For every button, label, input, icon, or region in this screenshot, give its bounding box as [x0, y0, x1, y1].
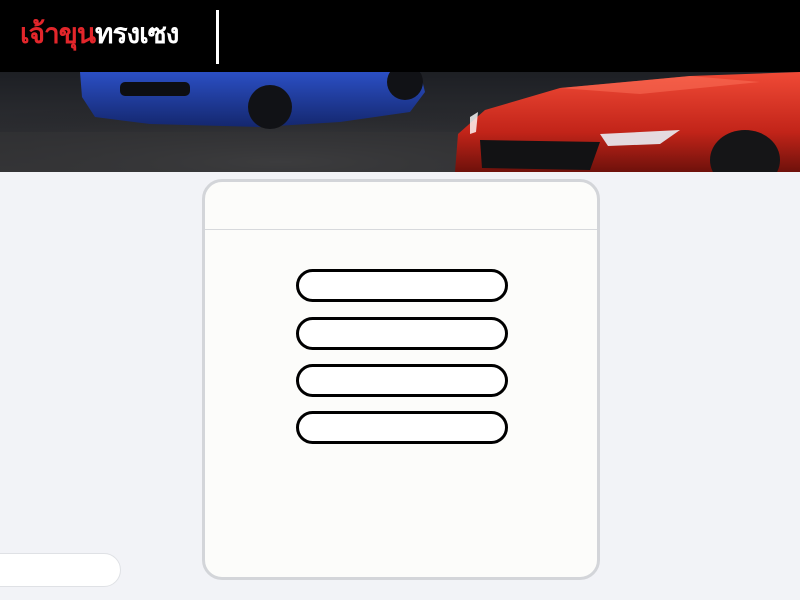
blue-car-grille — [120, 82, 190, 96]
hero-banner-image — [0, 72, 800, 172]
menu-button-1[interactable] — [296, 269, 508, 302]
top-bar: เจ้าขุน ทรงเซง — [0, 0, 800, 72]
menu-button-3[interactable] — [296, 364, 508, 397]
menu-dialog — [202, 179, 600, 580]
header-divider — [216, 10, 219, 64]
blue-car-wheel — [248, 85, 292, 129]
site-logo[interactable]: เจ้าขุน ทรงเซง — [20, 14, 179, 54]
menu-button-2[interactable] — [296, 317, 508, 350]
dialog-header — [205, 182, 597, 230]
red-car-grille — [480, 140, 600, 170]
logo-text-white: ทรงเซง — [94, 17, 179, 50]
floating-pill-button[interactable] — [0, 553, 121, 587]
banner-cars-photo — [0, 72, 800, 172]
menu-button-4[interactable] — [296, 411, 508, 444]
logo-text-red: เจ้าขุน — [20, 17, 96, 50]
